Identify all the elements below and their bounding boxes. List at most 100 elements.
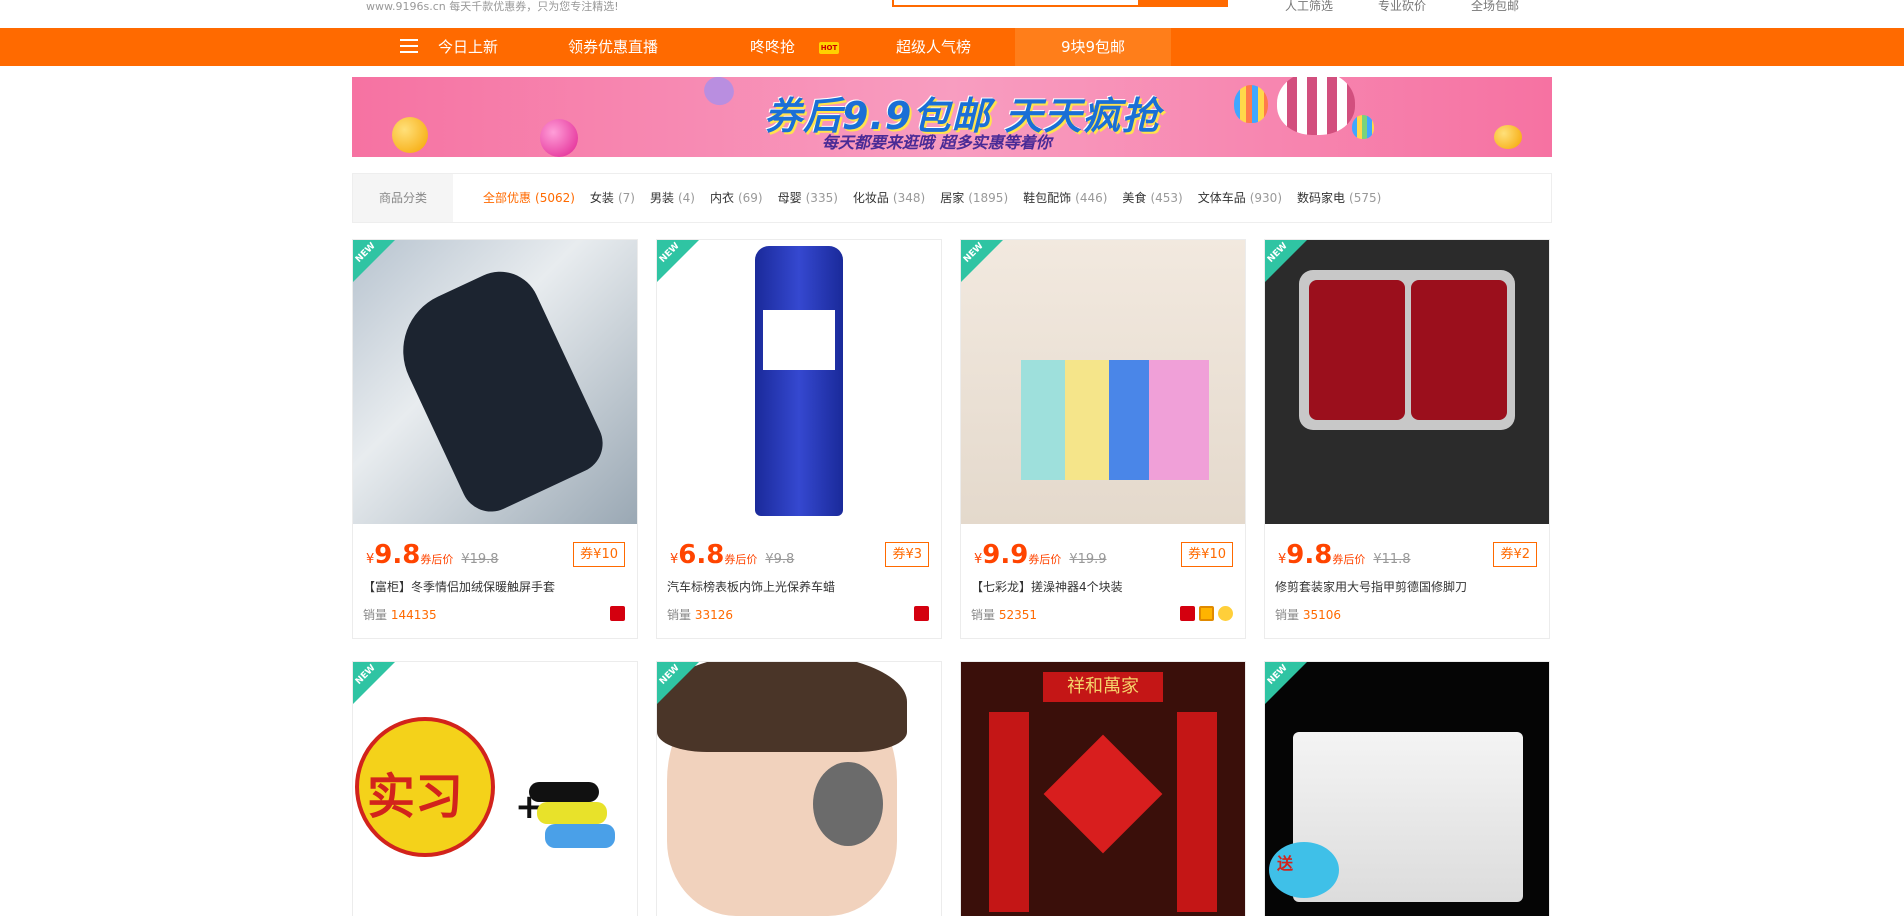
tmall-icon: [914, 606, 929, 621]
after-coupon-label: 券后价: [724, 553, 758, 566]
product-title[interactable]: 【富柜】冬季情侣加绒保暖触屏手套: [363, 578, 625, 595]
gift-text: 送: [1277, 854, 1294, 873]
category-item-cosmetics[interactable]: 化妆品 (348): [853, 174, 925, 222]
earmuff-shape: [813, 762, 883, 846]
product-card[interactable]: 实习 + NEW: [352, 661, 638, 916]
case-right: [1411, 280, 1507, 420]
original-price: ¥19.8: [461, 552, 499, 567]
main-nav: 今日上新 领券优惠直播 咚咚抢 HOT 超级人气榜 9块9包邮: [0, 28, 1904, 66]
gold-seller-icon: [1199, 606, 1214, 621]
category-item-food[interactable]: 美食 (453): [1122, 174, 1182, 222]
product-card[interactable]: NEW ¥9.9券后价 ¥19.9 券¥10 【七彩龙】搓澡神器4个块装 销量 5…: [960, 239, 1246, 639]
category-label: 商品分类: [353, 174, 453, 222]
sticker-text: 实习: [367, 769, 464, 825]
original-price: ¥19.9: [1069, 552, 1107, 567]
menu-icon[interactable]: [400, 39, 418, 53]
category-item-sports-car[interactable]: 文体车品 (930): [1198, 174, 1282, 222]
product-image[interactable]: NEW: [657, 240, 941, 524]
nav-popular[interactable]: 超级人气榜: [896, 28, 971, 66]
product-title[interactable]: 汽车标榜表板内饰上光保养车蜡: [667, 578, 929, 595]
spray-can-shape: [755, 246, 843, 516]
category-item-digital[interactable]: 数码家电 (575): [1297, 174, 1381, 222]
category-item-underwear[interactable]: 内衣 (69): [710, 174, 763, 222]
price: 9.8: [374, 540, 421, 570]
product-card[interactable]: 送 NEW: [1264, 661, 1550, 916]
bag-roll: [537, 802, 607, 824]
product-card[interactable]: 祥和萬家: [960, 661, 1246, 916]
price-row: ¥9.8券后价 ¥11.8: [1278, 540, 1411, 570]
hot-badge: HOT: [819, 42, 839, 54]
product-image[interactable]: NEW: [353, 240, 637, 524]
sales-count: 销量 35106: [1275, 608, 1342, 622]
fu-diamond: [1043, 734, 1163, 854]
coin-icon: [392, 117, 428, 153]
sales-count: 销量 144135: [363, 608, 437, 622]
original-price: ¥11.8: [1373, 552, 1411, 567]
sales-count: 销量 52351: [971, 608, 1038, 622]
category-list: 全部优惠 (5062) 女装 (7) 男装 (4) 内衣 (69) 母婴 (335) 化妆…: [483, 174, 1381, 222]
can-label: [763, 310, 835, 370]
couplet-right: [1177, 712, 1217, 912]
category-item-home[interactable]: 居家 (1895): [940, 174, 1008, 222]
nav-today-new[interactable]: 今日上新: [438, 28, 498, 66]
coupon-button[interactable]: 券¥10: [573, 542, 625, 567]
product-image[interactable]: NEW: [1265, 240, 1549, 524]
sponge-shape: [1021, 360, 1065, 480]
coupon-button[interactable]: 券¥2: [1493, 542, 1537, 567]
product-card[interactable]: NEW: [656, 661, 942, 916]
price: 9.8: [1286, 540, 1333, 570]
nav-coupon-live[interactable]: 领券优惠直播: [568, 28, 658, 66]
coupon-button[interactable]: 券¥10: [1181, 542, 1233, 567]
after-coupon-label: 券后价: [420, 553, 454, 566]
couplet-left: [989, 712, 1029, 912]
badges: [1180, 606, 1233, 621]
top-links: 人工筛选 专业砍价 全场包邮: [1285, 0, 1519, 14]
ball-decoration: [540, 119, 578, 157]
product-image[interactable]: NEW: [961, 240, 1245, 524]
product-card[interactable]: NEW ¥6.8券后价 ¥9.8 券¥3 汽车标榜表板内饰上光保养车蜡 销量 33…: [656, 239, 942, 639]
promo-banner[interactable]: 券后9.9包邮 天天疯抢 每天都要来逛哦 超多实惠等着你: [352, 77, 1552, 157]
category-item-baby[interactable]: 母婴 (335): [778, 174, 838, 222]
product-title[interactable]: 【七彩龙】搓澡神器4个块装: [971, 578, 1233, 595]
sponge-shape: [1149, 360, 1209, 480]
top-link-free-shipping[interactable]: 全场包邮: [1471, 0, 1519, 14]
category-item-shoes-bags[interactable]: 鞋包配饰 (446): [1023, 174, 1107, 222]
category-item-all[interactable]: 全部优惠 (5062): [483, 174, 575, 222]
tmall-icon: [1180, 606, 1195, 621]
top-link-manual[interactable]: 人工筛选: [1285, 0, 1333, 14]
product-card[interactable]: NEW ¥9.8券后价 ¥19.8 券¥10 【富柜】冬季情侣加绒保暖触屏手套 销…: [352, 239, 638, 639]
badges: [610, 606, 625, 621]
page: www.9196s.cn 每天千款优惠券，只为您专注精选! 人工筛选 专业砍价 …: [0, 0, 1904, 916]
nav-9-9[interactable]: 9块9包邮: [1015, 28, 1171, 66]
sponge-shape: [1109, 360, 1149, 480]
original-price: ¥9.8: [765, 552, 795, 567]
top-bar: www.9196s.cn 每天千款优惠券，只为您专注精选! 人工筛选 专业砍价 …: [0, 0, 1904, 30]
search-button[interactable]: [1140, 0, 1228, 7]
category-item-men[interactable]: 男装 (4): [650, 174, 695, 222]
top-link-bargain[interactable]: 专业砍价: [1378, 0, 1426, 14]
case-left: [1309, 280, 1405, 420]
hot-air-balloon-icon: [1277, 77, 1355, 135]
product-image[interactable]: 送 NEW: [1265, 662, 1549, 916]
price-row: ¥9.8券后价 ¥19.8: [366, 540, 499, 570]
product-image[interactable]: NEW: [657, 662, 941, 916]
site-slogan: www.9196s.cn 每天千款优惠券，只为您专注精选!: [366, 0, 619, 13]
price-row: ¥9.9券后价 ¥19.9: [974, 540, 1107, 570]
coupon-button[interactable]: 券¥3: [885, 542, 929, 567]
banner-subtitle: 每天都要来逛哦 超多实惠等着你: [822, 133, 1052, 152]
product-card[interactable]: NEW ¥9.8券后价 ¥11.8 券¥2 修剪套装家用大号指甲剪德国修脚刀 销量…: [1264, 239, 1550, 639]
balloon-icon: [1234, 85, 1268, 123]
glove-shape: [383, 258, 613, 522]
bag-roll: [545, 824, 615, 848]
category-bar: 商品分类 全部优惠 (5062) 女装 (7) 男装 (4) 内衣 (69) 母婴 (33…: [352, 173, 1552, 223]
nav-dongdong[interactable]: 咚咚抢: [750, 28, 795, 66]
product-title[interactable]: 修剪套装家用大号指甲剪德国修脚刀: [1275, 578, 1537, 595]
bag-roll: [529, 782, 599, 802]
cube-decoration: [700, 77, 738, 110]
sales-count: 销量 33126: [667, 608, 734, 622]
price-row: ¥6.8券后价 ¥9.8: [670, 540, 794, 570]
search-input[interactable]: [892, 0, 1140, 7]
product-image[interactable]: 实习 + NEW: [353, 662, 637, 916]
category-item-women[interactable]: 女装 (7): [590, 174, 635, 222]
product-image[interactable]: 祥和萬家: [961, 662, 1245, 916]
